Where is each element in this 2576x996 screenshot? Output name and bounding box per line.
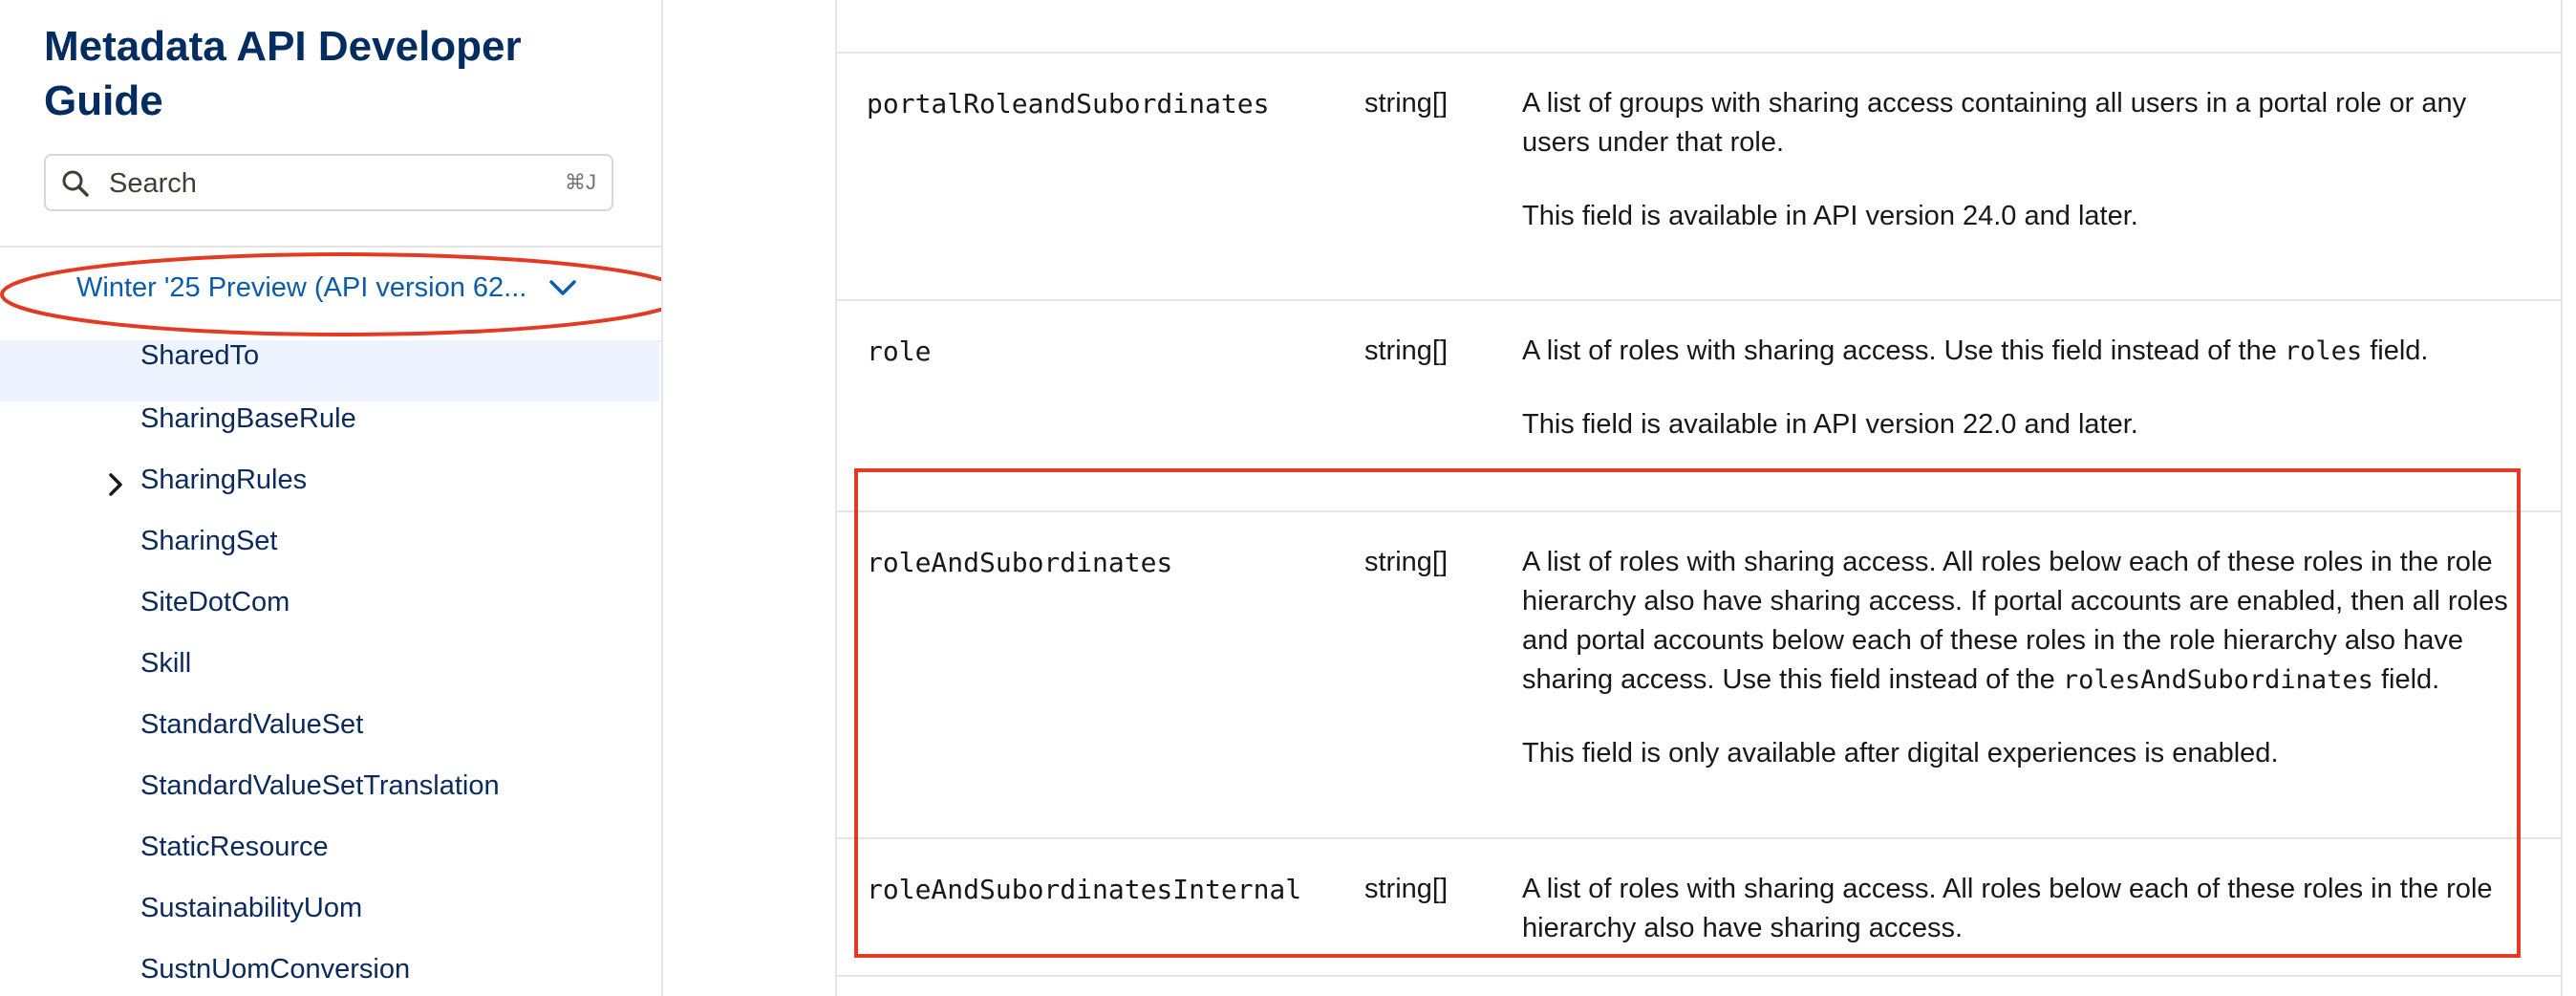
inline-code: rolesAndSubordinates <box>2062 665 2373 695</box>
chevron-down-icon <box>549 280 576 295</box>
sidebar-item-sharingbaserule[interactable]: SharingBaseRule <box>0 392 659 453</box>
sidebar-item-label: SharedTo <box>140 340 260 371</box>
chevron-right-icon[interactable] <box>107 472 124 497</box>
sidebar-divider <box>0 246 661 248</box>
guide-title[interactable]: Metadata API Developer Guide <box>44 19 617 128</box>
sidebar: Metadata API Developer Guide ⌘J Winter '… <box>0 0 663 996</box>
field-name: roleAndSubordinatesInternal <box>867 874 1302 905</box>
sidebar-item-label: StandardValueSet <box>140 709 364 740</box>
field-description: A list of roles with sharing access. All… <box>1522 543 2516 773</box>
table-row-divider <box>835 975 2563 977</box>
field-description: A list of groups with sharing access con… <box>1522 84 2516 236</box>
table-row-divider <box>835 837 2563 839</box>
table-row-divider <box>835 510 2563 512</box>
sidebar-item-label: SustainabilityUom <box>140 893 363 923</box>
table-row-divider <box>835 299 2563 301</box>
inline-code: roles <box>2284 336 2363 366</box>
field-name: role <box>867 336 932 367</box>
sidebar-item-sharingset[interactable]: SharingSet <box>0 514 659 575</box>
sidebar-item-label: Skill <box>140 648 192 679</box>
description-text: A list of groups with sharing access con… <box>1522 88 2467 158</box>
description-note: This field is only available after digit… <box>1522 738 2279 769</box>
field-type: string[] <box>1364 547 1449 577</box>
version-selector[interactable]: Winter '25 Preview (API version 62... <box>76 272 576 304</box>
sidebar-item-label: SharingRules <box>140 465 308 495</box>
sidebar-item-label: SharingSet <box>140 526 278 556</box>
search-shortcut-hint: ⌘J <box>565 170 596 194</box>
table-row-divider <box>835 52 2563 54</box>
sidebar-item-sharingrules[interactable]: SharingRules <box>0 453 659 514</box>
field-type: string[] <box>1364 336 1449 366</box>
table-border-left <box>835 0 837 996</box>
description-note: This field is available in API version 2… <box>1522 201 2138 231</box>
field-type: string[] <box>1364 874 1449 904</box>
description-text: A list of roles with sharing access. All… <box>1522 543 2516 700</box>
sidebar-item-standardvaluesettranslation[interactable]: StandardValueSetTranslation <box>0 759 659 820</box>
table-border-right <box>2561 0 2563 996</box>
sidebar-item-label: SharingBaseRule <box>140 403 356 434</box>
description-text: A list of roles with sharing access. Use… <box>1522 332 2516 371</box>
sidebar-item-sitedotcom[interactable]: SiteDotCom <box>0 575 659 637</box>
field-name: roleAndSubordinates <box>867 547 1173 578</box>
description-segment: A list of roles with sharing access. Use… <box>1522 336 2285 366</box>
sidebar-item-label: StaticResource <box>140 832 329 862</box>
field-name: portalRoleandSubordinates <box>867 88 1270 119</box>
version-label: Winter '25 Preview (API version 62... <box>76 272 527 303</box>
description-segment: field. <box>2362 336 2429 366</box>
field-description: A list of roles with sharing access. Use… <box>1522 332 2516 444</box>
search-box[interactable]: ⌘J <box>44 154 613 211</box>
sidebar-item-label: SustnUomConversion <box>140 954 411 985</box>
description-segment: field. <box>2372 664 2440 695</box>
sidebar-item-sustainabilityuom[interactable]: SustainabilityUom <box>0 881 659 942</box>
sidebar-item-label: SiteDotCom <box>140 587 290 617</box>
sidebar-item-staticresource[interactable]: StaticResource <box>0 820 659 881</box>
search-icon <box>62 170 89 197</box>
sidebar-item-standardvalueset[interactable]: StandardValueSet <box>0 698 659 759</box>
sidebar-item-label: StandardValueSetTranslation <box>140 770 500 801</box>
description-note: This field is available in API version 2… <box>1522 409 2138 440</box>
sidebar-item-sustnuomconversion[interactable]: SustnUomConversion <box>0 942 659 996</box>
sidebar-item-skill[interactable]: Skill <box>0 637 659 698</box>
search-input[interactable] <box>107 156 531 211</box>
field-type: string[] <box>1364 88 1449 119</box>
field-description: A list of roles with sharing access. All… <box>1522 870 2516 948</box>
description-text: A list of roles with sharing access. All… <box>1522 874 2493 943</box>
